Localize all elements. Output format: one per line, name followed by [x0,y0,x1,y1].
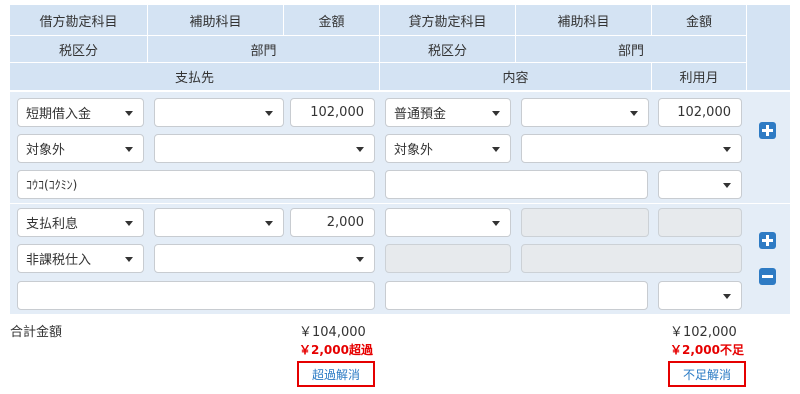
debit-tax-value: 対象外 [26,143,66,158]
plus-icon-stem [766,125,769,136]
chevron-down-icon [492,220,500,226]
debit-dept-select[interactable] [154,134,375,163]
payee-input[interactable]: ｺｳｺ(ｺｸﾐﾝ) [17,170,375,199]
credit-tax-value: 対象外 [394,143,434,158]
debit-diff: ￥2,000超過 [299,343,373,357]
header-content: 内容 [380,63,652,91]
chevron-down-icon [125,110,133,116]
debit-tax-value: 非課税仕入 [26,253,92,268]
debit-account-value: 支払利息 [26,217,79,232]
chevron-down-icon [356,146,364,152]
chevron-down-icon [492,110,500,116]
chevron-down-icon [265,220,273,226]
chevron-down-icon [265,110,273,116]
debit-total: ￥104,000 [299,325,366,340]
credit-tax-select[interactable]: 対象外 [385,134,511,163]
chevron-down-icon [723,293,731,299]
chevron-down-icon [723,146,731,152]
chevron-down-icon [125,256,133,262]
chevron-down-icon [125,146,133,152]
credit-sub-disabled [521,208,649,237]
chevron-down-icon [356,256,364,262]
payee-input[interactable] [17,281,375,310]
credit-account-select[interactable]: 普通預金 [385,98,511,127]
debit-amount-input[interactable]: 2,000 [290,208,375,237]
header-debit-tax: 税区分 [10,36,148,63]
debit-amount-input[interactable]: 102,000 [290,98,375,127]
debit-sub-select[interactable] [154,208,284,237]
header-actions [747,5,790,91]
header-credit-dept: 部門 [516,36,747,63]
content-input[interactable] [385,281,648,310]
debit-dept-select[interactable] [154,244,375,273]
chevron-down-icon [125,220,133,226]
chevron-down-icon [630,110,638,116]
credit-total: ￥102,000 [670,325,737,340]
excess-resolve-link[interactable]: 超過解消 [297,361,375,387]
header-credit-tax: 税区分 [380,36,516,63]
credit-diff: ￥2,000不足 [670,343,744,357]
debit-account-select[interactable]: 支払利息 [17,208,144,237]
credit-tax-disabled [385,244,511,273]
content-input[interactable] [385,170,648,199]
credit-amount-input[interactable]: 102,000 [658,98,742,127]
header-usage-month: 利用月 [652,63,747,91]
minus-icon [762,275,773,278]
credit-account-value: 普通預金 [394,107,447,122]
shortage-resolve-link[interactable]: 不足解消 [668,361,746,387]
header-debit-dept: 部門 [148,36,380,63]
debit-sub-select[interactable] [154,98,284,127]
chevron-down-icon [723,182,731,188]
header-debit-sub: 補助科目 [148,5,284,36]
usage-month-select[interactable] [658,281,742,310]
header-debit-amount: 金額 [284,5,380,36]
debit-tax-select[interactable]: 非課税仕入 [17,244,144,273]
chevron-down-icon [492,146,500,152]
credit-dept-disabled [521,244,742,273]
usage-month-select[interactable] [658,170,742,199]
credit-sub-select[interactable] [521,98,649,127]
header-credit-sub: 補助科目 [516,5,652,36]
add-row-button[interactable] [759,122,776,139]
debit-account-value: 短期借入金 [26,107,92,122]
credit-dept-select[interactable] [521,134,742,163]
header-payee: 支払先 [10,63,380,91]
header-debit-account: 借方勘定科目 [10,5,148,36]
plus-icon-stem [766,235,769,246]
debit-account-select[interactable]: 短期借入金 [17,98,144,127]
header-credit-account: 貸方勘定科目 [380,5,516,36]
credit-amount-disabled [658,208,742,237]
debit-tax-select[interactable]: 対象外 [17,134,144,163]
total-label: 合計金額 [10,325,63,340]
add-row-button[interactable] [759,232,776,249]
credit-account-select[interactable] [385,208,511,237]
header-credit-amount: 金額 [652,5,747,36]
remove-row-button[interactable] [759,268,776,285]
